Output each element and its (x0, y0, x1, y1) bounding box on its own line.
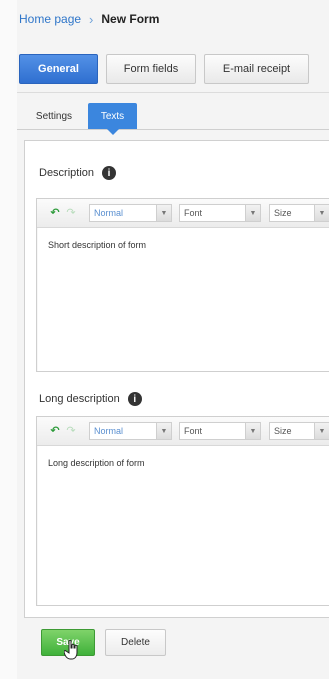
chevron-down-icon[interactable]: ▼ (156, 423, 171, 439)
long-description-textarea[interactable]: Long description of form (38, 446, 329, 605)
long-description-editor: ↶ ↷ Normal ▼ Font ▼ Size ▼ Long descript… (36, 416, 329, 606)
chevron-down-icon[interactable]: ▼ (156, 205, 171, 221)
divider (17, 92, 329, 93)
format-select-value: Normal (94, 426, 124, 436)
breadcrumb-current: New Form (101, 12, 160, 26)
breadcrumb-separator: › (89, 11, 94, 27)
left-frame-edge (0, 0, 18, 679)
breadcrumb: Home page › New Form (19, 10, 159, 28)
size-select-value: Size (274, 208, 292, 218)
chevron-down-icon[interactable]: ▼ (245, 205, 260, 221)
tab-email-receipt[interactable]: E-mail receipt (204, 54, 309, 84)
tab-form-fields[interactable]: Form fields (106, 54, 196, 84)
long-description-text: Long description of form (48, 458, 145, 468)
long-description-label: Long description (39, 393, 120, 405)
size-select[interactable]: Size ▼ (269, 204, 329, 222)
subtab-settings[interactable]: Settings (28, 103, 80, 129)
description-text: Short description of form (48, 240, 147, 250)
description-section-label: Description i (39, 166, 117, 180)
description-label: Description (39, 167, 95, 179)
redo-icon[interactable]: ↷ (65, 207, 77, 219)
hand-cursor-icon (64, 640, 78, 660)
breadcrumb-home-link[interactable]: Home page (19, 12, 81, 26)
redo-icon[interactable]: ↷ (65, 425, 77, 437)
subtab-texts[interactable]: Texts (88, 103, 137, 135)
main-tabs: General Form fields E-mail receipt (19, 54, 309, 84)
description-textarea[interactable]: Short description of form (38, 228, 329, 371)
delete-button[interactable]: Delete (105, 629, 166, 656)
font-select-value: Font (184, 426, 203, 436)
editor-toolbar: ↶ ↷ Normal ▼ Font ▼ Size ▼ (37, 417, 329, 446)
size-select[interactable]: Size ▼ (269, 422, 329, 440)
format-select[interactable]: Normal ▼ (89, 204, 172, 222)
font-select[interactable]: Font ▼ (179, 422, 261, 440)
editor-toolbar: ↶ ↷ Normal ▼ Font ▼ Size ▼ (37, 199, 329, 228)
tab-general[interactable]: General (19, 54, 98, 84)
format-select[interactable]: Normal ▼ (89, 422, 172, 440)
chevron-down-icon[interactable]: ▼ (245, 423, 260, 439)
info-icon[interactable]: i (102, 166, 117, 180)
format-select-value: Normal (94, 208, 124, 218)
chevron-down-icon[interactable]: ▼ (314, 205, 329, 221)
font-select[interactable]: Font ▼ (179, 204, 261, 222)
chevron-down-icon[interactable]: ▼ (314, 423, 329, 439)
description-editor: ↶ ↷ Normal ▼ Font ▼ Size ▼ Short descrip… (36, 198, 329, 372)
font-select-value: Font (184, 208, 203, 218)
long-description-label-row: Long description i (39, 392, 142, 406)
undo-icon[interactable]: ↶ (49, 425, 61, 437)
info-icon[interactable]: i (127, 392, 142, 406)
size-select-value: Size (274, 426, 292, 436)
undo-icon[interactable]: ↶ (49, 207, 61, 219)
